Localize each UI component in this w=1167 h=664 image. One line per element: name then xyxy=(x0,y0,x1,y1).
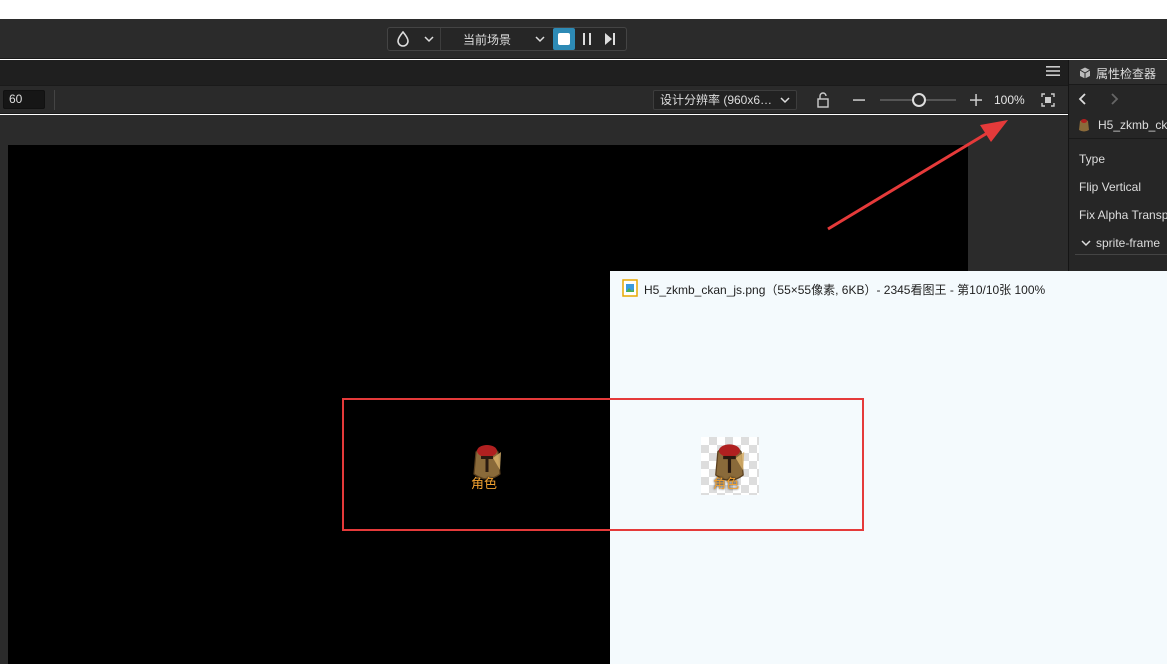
property-fix-alpha: Fix Alpha Transp xyxy=(1079,208,1167,222)
play-controls: 当前场景 xyxy=(387,27,627,51)
inspector-nav xyxy=(1069,85,1167,111)
chevron-down-icon xyxy=(535,36,545,43)
property-flip-vertical: Flip Vertical xyxy=(1079,180,1142,194)
image-file-icon xyxy=(622,279,638,297)
pause-button[interactable] xyxy=(575,28,599,50)
viewer-title: H5_zkmb_ckan_js.png（55×55像素, 6KB）- 2345看… xyxy=(644,283,1046,297)
property-type: Type xyxy=(1079,152,1106,166)
cube-icon xyxy=(1079,67,1091,79)
annotation-highlight-box xyxy=(342,398,864,531)
divider xyxy=(1075,254,1167,255)
scene-tab-strip xyxy=(0,60,1068,85)
scene-toolbar: 60 设计分辨率 (960x6… 100% xyxy=(0,85,1068,114)
drop-icon[interactable] xyxy=(388,28,418,50)
stop-button[interactable] xyxy=(553,28,575,50)
divider xyxy=(54,90,55,110)
inspector-node-row[interactable]: H5_zkmb_ck xyxy=(1069,112,1167,139)
back-icon[interactable] xyxy=(1078,93,1088,105)
sprite-node-icon xyxy=(1079,119,1089,132)
resolution-select[interactable]: 设计分辨率 (960x6… xyxy=(653,90,797,110)
zoom-in-icon[interactable] xyxy=(969,93,983,110)
lock-aspect-icon[interactable] xyxy=(816,92,830,111)
main-toolbar: 当前场景 xyxy=(0,19,1167,59)
inspector-title: 属性检查器 xyxy=(1096,67,1157,81)
fps-input[interactable]: 60 xyxy=(3,90,45,109)
zoom-level: 100% xyxy=(994,93,1025,107)
step-button[interactable] xyxy=(599,28,621,50)
chevron-down-icon[interactable] xyxy=(418,28,440,50)
inspector-header: 属性检查器 xyxy=(1069,60,1167,85)
forward-icon[interactable] xyxy=(1109,93,1119,105)
menu-icon[interactable] xyxy=(1046,65,1060,80)
zoom-slider-handle[interactable] xyxy=(912,93,926,107)
pause-icon xyxy=(583,33,591,45)
chevron-down-icon xyxy=(780,97,790,104)
chevron-down-icon xyxy=(1081,240,1091,247)
stop-icon xyxy=(558,33,570,45)
resolution-label: 设计分辨率 (960x6… xyxy=(660,93,773,107)
fit-screen-icon[interactable] xyxy=(1041,93,1055,110)
section-sprite-frame[interactable]: sprite-frame xyxy=(1081,236,1160,250)
scene-select-label: 当前场景 xyxy=(463,32,512,47)
scene-select[interactable]: 当前场景 xyxy=(441,28,553,50)
section-label: sprite-frame xyxy=(1096,236,1161,250)
top-white-strip xyxy=(0,0,1167,19)
step-icon xyxy=(605,33,615,45)
inspector-node-name: H5_zkmb_ck xyxy=(1098,118,1167,132)
zoom-out-icon[interactable] xyxy=(852,93,866,110)
